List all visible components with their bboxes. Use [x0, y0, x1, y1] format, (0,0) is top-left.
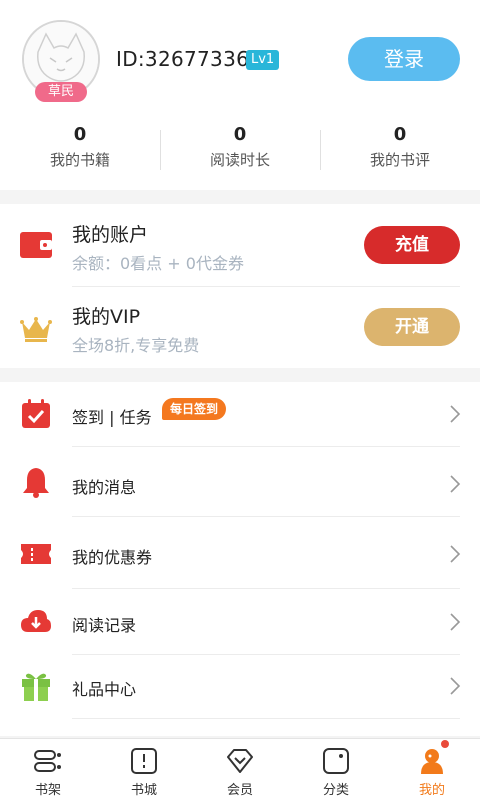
- menu-item-history[interactable]: 阅读记录: [0, 590, 480, 654]
- divider: [72, 588, 460, 589]
- bell-icon: [23, 468, 49, 498]
- rank-badge: 草民: [35, 82, 87, 102]
- menu-item-coupons[interactable]: 我的优惠券: [0, 522, 480, 586]
- menu-list: 签到 | 任务 我的消息 我的优惠券 阅读记录 礼品中心: [0, 382, 480, 736]
- chevron-right-icon: [450, 475, 461, 493]
- stat-reviews[interactable]: 0 我的书评: [320, 120, 480, 180]
- tab-label-bookshelf: 书架: [34, 783, 61, 798]
- level-badge: Lv1: [246, 50, 280, 70]
- stat-books-label: 我的书籍: [49, 151, 110, 169]
- tab-vip[interactable]: 会员: [192, 739, 288, 800]
- category-icon: [323, 748, 349, 774]
- account-row[interactable]: 我的账户 余额：0看点 + 0代金券 充值: [0, 204, 480, 286]
- menu-label-messages: 我的消息: [72, 478, 137, 497]
- daily-checkin-badge[interactable]: 每日签到: [162, 398, 227, 420]
- tab-label-category: 分类: [322, 783, 349, 798]
- crown-icon: [20, 317, 52, 342]
- menu-item-checkin[interactable]: 签到 | 任务: [0, 382, 480, 446]
- notification-dot: [441, 740, 449, 748]
- user-id: ID:326773366: [116, 47, 263, 71]
- calendar-check-icon: [22, 399, 50, 428]
- chevron-right-icon: [450, 405, 461, 423]
- menu-label-history: 阅读记录: [72, 616, 137, 635]
- vip-title: 我的VIP: [72, 306, 141, 328]
- stat-reviews-value: 0: [393, 124, 407, 145]
- chevron-right-icon: [450, 613, 461, 631]
- menu-label-checkin: 签到 | 任务: [72, 408, 152, 427]
- stat-reading-time[interactable]: 0 阅读时长: [160, 120, 320, 180]
- gift-icon: [22, 673, 50, 701]
- bookstore-icon: [131, 748, 157, 774]
- tab-bookshelf[interactable]: 书架: [0, 739, 96, 800]
- ticket-icon: [21, 544, 51, 564]
- recharge-button[interactable]: 充值: [364, 226, 460, 264]
- account-balance: 余额：0看点 + 0代金券: [72, 254, 244, 273]
- menu-label-coupons: 我的优惠券: [72, 548, 153, 567]
- diamond-icon: [227, 749, 253, 773]
- tab-label-mine: 我的: [418, 783, 445, 798]
- tab-bookstore[interactable]: 书城: [96, 739, 192, 800]
- tab-label-bookstore: 书城: [130, 783, 157, 798]
- stat-reviews-label: 我的书评: [369, 151, 430, 169]
- tab-category[interactable]: 分类: [288, 739, 384, 800]
- vip-open-button[interactable]: 开通: [364, 308, 460, 346]
- divider: [72, 446, 460, 447]
- bookshelf-icon: [34, 750, 61, 772]
- divider: [72, 718, 460, 719]
- tab-mine[interactable]: 我的: [384, 739, 480, 800]
- chevron-right-icon: [450, 677, 461, 695]
- divider: [72, 516, 460, 517]
- tab-label-vip: 会员: [226, 783, 253, 798]
- cloud-download-icon: [21, 610, 51, 632]
- chevron-right-icon: [450, 545, 461, 563]
- stat-reading-time-value: 0: [233, 124, 247, 145]
- menu-label-gifts: 礼品中心: [72, 680, 137, 699]
- stat-reading-time-label: 阅读时长: [209, 151, 270, 169]
- user-icon: [421, 749, 443, 774]
- menu-item-gifts[interactable]: 礼品中心: [0, 654, 480, 718]
- stat-books[interactable]: 0 我的书籍: [0, 120, 160, 180]
- bottom-tab-bar: 书架 书城 会员 分类 我的: [0, 738, 480, 800]
- stat-books-value: 0: [73, 124, 87, 145]
- vip-subtitle: 全场8折,专享免费: [72, 336, 200, 355]
- wallet-icon: [20, 232, 52, 258]
- stats-row: 0 我的书籍 0 阅读时长 0 我的书评: [0, 120, 480, 180]
- account-title: 我的账户: [72, 224, 149, 246]
- profile-header: 草民 ID:326773366 Lv1 登录 0 我的书籍 0 阅读时长 0 我…: [0, 0, 480, 190]
- menu-item-messages[interactable]: 我的消息: [0, 452, 480, 516]
- vip-row[interactable]: 我的VIP 全场8折,专享免费 开通: [0, 286, 480, 368]
- wallet-card: 我的账户 余额：0看点 + 0代金券 充值 我的VIP 全场8折,专享免费 开通: [0, 204, 480, 368]
- login-button[interactable]: 登录: [348, 37, 460, 81]
